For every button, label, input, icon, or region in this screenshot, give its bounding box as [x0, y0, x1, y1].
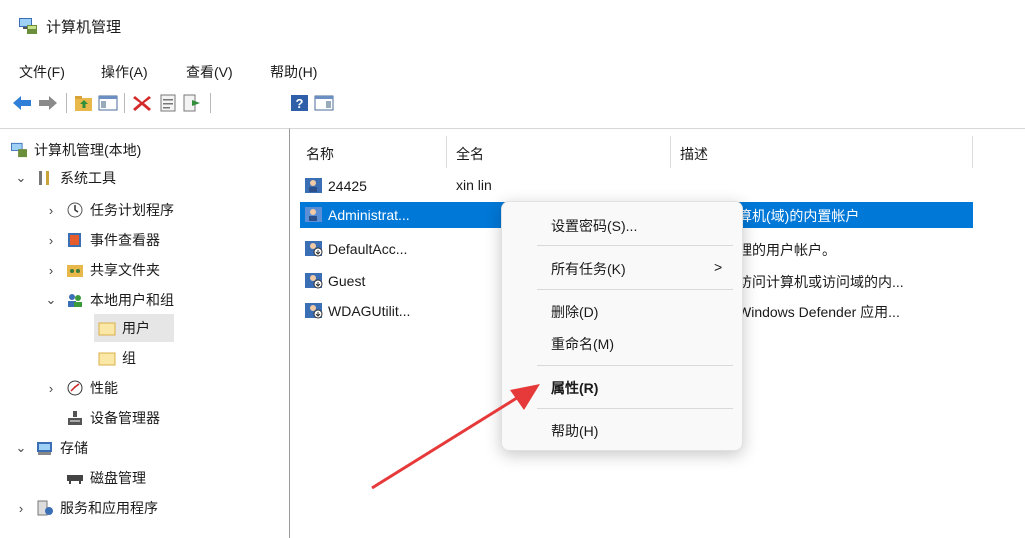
disk-icon [66, 470, 84, 486]
computer-management-icon [10, 142, 28, 158]
tree-item-task-scheduler[interactable]: › 任务计划程序 [44, 196, 174, 224]
list-item[interactable]: 24425 xin lin [300, 173, 973, 199]
tree-label: 用户 [122, 320, 150, 336]
up-folder-icon[interactable] [74, 93, 94, 113]
svg-text:?: ? [296, 96, 304, 111]
export-list-icon[interactable] [182, 93, 202, 113]
tree-item-local-users-groups[interactable]: ⌄ 本地用户和组 [44, 286, 174, 314]
menu-item-delete[interactable]: 删除(D) [551, 302, 598, 322]
tree-label: 计算机管理(本地) [34, 142, 142, 158]
column-header-fullname[interactable]: 全名 [456, 140, 484, 168]
user-name: 24425 [328, 177, 367, 194]
column-header-description[interactable]: 描述 [680, 140, 708, 168]
user-name: Administrat... [328, 206, 410, 223]
user-description: Windows Defender 应用... [738, 304, 900, 320]
disabled-user-icon [304, 240, 324, 257]
tree-label: 服务和应用程序 [60, 500, 158, 516]
tree-item-system-tools[interactable]: ⌄ 系统工具 [14, 164, 116, 192]
menu-action[interactable]: 操作(A) [101, 62, 148, 82]
folder-icon [98, 350, 116, 366]
computer-management-icon [19, 18, 37, 34]
back-arrow-icon[interactable] [12, 93, 32, 113]
menu-item-rename[interactable]: 重命名(M) [551, 334, 614, 354]
storage-icon [36, 440, 54, 456]
chevron-right-icon[interactable]: › [44, 203, 58, 218]
tree-item-root[interactable]: 计算机管理(本地) [10, 136, 141, 164]
event-viewer-icon [66, 232, 84, 248]
delete-icon[interactable] [132, 93, 152, 113]
tree-label: 性能 [90, 380, 118, 396]
forward-arrow-icon[interactable] [38, 93, 58, 113]
tree-item-disk-management[interactable]: 磁盘管理 [66, 464, 146, 492]
performance-icon [66, 380, 84, 396]
users-group-icon [66, 292, 84, 308]
menu-item-set-password[interactable]: 设置密码(S)... [551, 216, 637, 236]
user-name: Guest [328, 272, 366, 289]
user-name: DefaultAcc... [328, 240, 408, 257]
tree-item-users[interactable]: 用户 [94, 314, 174, 342]
tools-icon [36, 170, 54, 186]
menu-help[interactable]: 帮助(H) [270, 62, 317, 82]
tree-item-device-manager[interactable]: 设备管理器 [66, 404, 160, 432]
chevron-down-icon[interactable]: ⌄ [14, 170, 28, 186]
user-description: 算机(域)的内置帐户 [738, 208, 860, 224]
menu-view[interactable]: 查看(V) [186, 62, 233, 82]
device-manager-icon [66, 410, 84, 426]
folder-icon [98, 320, 116, 336]
title-bar [0, 0, 1025, 52]
tree-item-performance[interactable]: › 性能 [44, 374, 118, 402]
disabled-user-icon [304, 302, 324, 319]
submenu-arrow-icon: > [714, 259, 723, 275]
user-description: 访问计算机或访问域的内... [738, 274, 904, 290]
user-icon [304, 177, 324, 194]
tree-item-groups[interactable]: 组 [98, 344, 136, 372]
user-description: 理的用户帐户。 [738, 242, 836, 258]
menu-item-all-tasks[interactable]: 所有任务(K) [551, 259, 626, 279]
window-title: 计算机管理 [46, 19, 122, 36]
tree-label: 系统工具 [60, 170, 116, 186]
show-hide-action-pane-icon[interactable] [314, 93, 334, 113]
user-name: WDAGUtilit... [328, 302, 411, 319]
tree-label: 事件查看器 [90, 232, 160, 248]
tree-label: 存储 [60, 440, 88, 456]
column-header-name[interactable]: 名称 [306, 140, 334, 168]
help-icon[interactable]: ? [290, 93, 310, 113]
user-icon [304, 206, 324, 223]
properties-icon[interactable] [158, 93, 178, 113]
show-hide-tree-icon[interactable] [98, 93, 118, 113]
tree-label: 磁盘管理 [90, 470, 146, 486]
clock-icon [66, 202, 84, 218]
tree-label: 本地用户和组 [90, 292, 174, 308]
shared-folder-icon [66, 262, 84, 278]
chevron-down-icon[interactable]: ⌄ [14, 440, 28, 456]
tree-label: 任务计划程序 [90, 202, 174, 218]
toolbar [0, 88, 1025, 118]
services-icon [36, 500, 54, 516]
chevron-right-icon[interactable]: › [44, 233, 58, 248]
tree-item-event-viewer[interactable]: › 事件查看器 [44, 226, 160, 254]
tree-item-storage[interactable]: ⌄ 存储 [14, 434, 88, 462]
chevron-right-icon[interactable]: › [44, 381, 58, 396]
annotation-arrow-icon [371, 384, 540, 490]
user-fullname: xin lin [456, 177, 492, 193]
tree-label: 组 [122, 350, 136, 366]
tree-label: 共享文件夹 [90, 262, 160, 278]
chevron-right-icon[interactable]: › [44, 263, 58, 278]
menu-file[interactable]: 文件(F) [19, 62, 65, 82]
tree-item-services-apps[interactable]: › 服务和应用程序 [14, 494, 158, 522]
disabled-user-icon [304, 272, 324, 289]
tree-item-shared-folders[interactable]: › 共享文件夹 [44, 256, 160, 284]
chevron-down-icon[interactable]: ⌄ [44, 292, 58, 308]
chevron-right-icon[interactable]: › [14, 501, 28, 516]
menu-bar [0, 56, 1025, 82]
tree-label: 设备管理器 [90, 410, 160, 426]
